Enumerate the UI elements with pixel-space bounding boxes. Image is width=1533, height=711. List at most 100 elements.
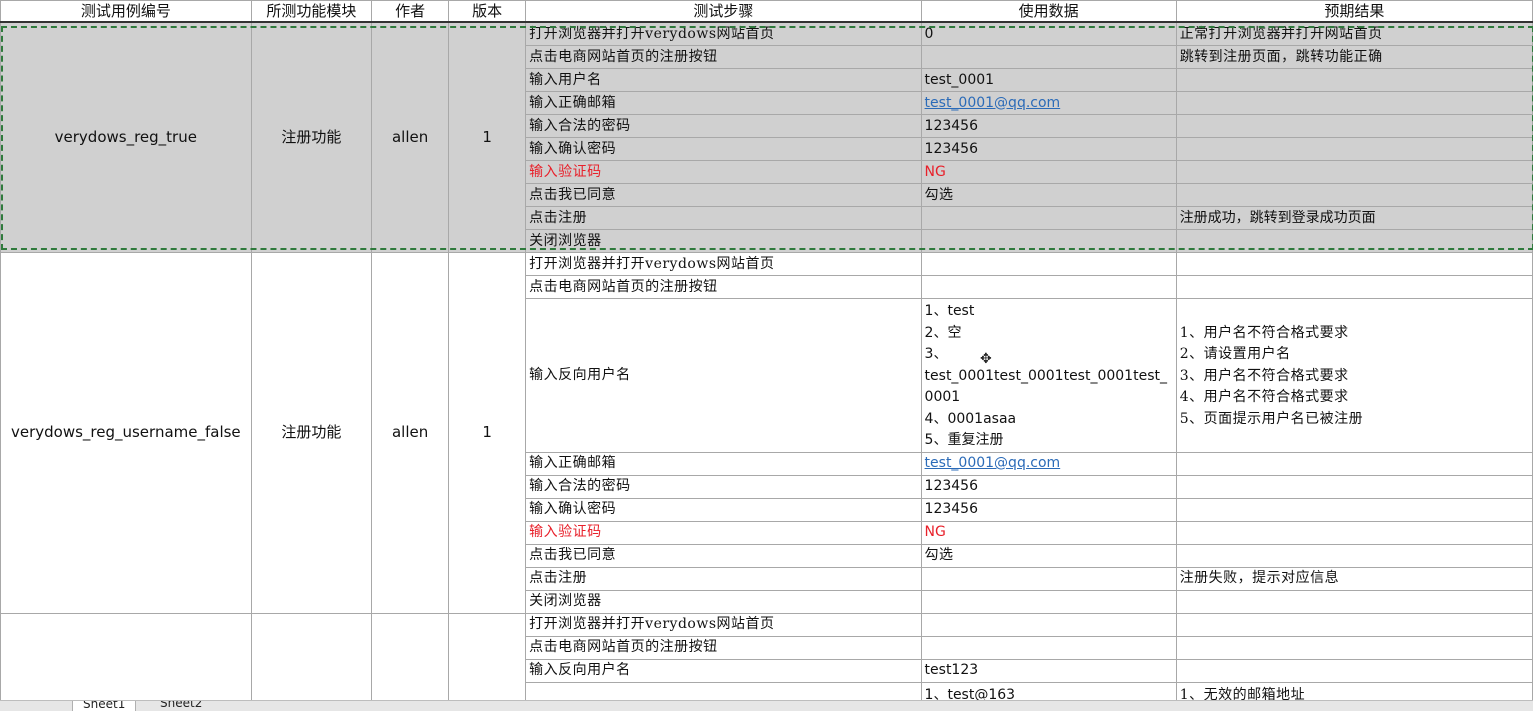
table-row: verydows_reg_username_false 注册功能 allen 1… <box>0 252 1533 614</box>
data-cell[interactable]: 123456 <box>920 114 1177 138</box>
expected-cell[interactable] <box>1175 451 1533 476</box>
step-cell[interactable]: 关闭浏览器 <box>525 229 922 253</box>
step-cell[interactable]: 输入确认密码 <box>525 137 922 161</box>
author-cell[interactable]: allen <box>371 252 450 614</box>
expected-cell[interactable] <box>1175 635 1533 660</box>
data-cell[interactable]: 勾选 <box>920 183 1177 207</box>
table-row: 打开浏览器并打开verydows网站首页 <box>0 612 1533 700</box>
step-cell[interactable]: 点击电商网站首页的注册按钮 <box>525 45 922 69</box>
expected-cell[interactable] <box>1175 612 1533 637</box>
step-cell[interactable]: 关闭浏览器 <box>525 589 922 614</box>
step-cell[interactable]: 输入用户名 <box>525 68 922 92</box>
step-cell[interactable]: 打开浏览器并打开verydows网站首页 <box>525 21 922 46</box>
step-cell[interactable]: 点击电商网站首页的注册按钮 <box>525 635 922 660</box>
data-cell[interactable]: 1、test 2、空 3、 test_0001test_0001test_000… <box>920 298 1177 453</box>
email-link[interactable]: test_0001@qq.com <box>925 95 1061 111</box>
data-cell[interactable]: NG <box>920 520 1177 545</box>
data-cell[interactable] <box>920 252 1177 276</box>
data-cell[interactable] <box>920 566 1177 591</box>
data-cell[interactable]: NG <box>920 160 1177 184</box>
module-cell[interactable]: 注册功能 <box>250 252 373 614</box>
data-cell[interactable]: 1、test@163 2、空 <box>920 681 1177 700</box>
expected-cell[interactable] <box>1175 543 1533 568</box>
data-cell[interactable]: 123456 <box>920 137 1177 161</box>
step-cell[interactable]: 输入合法的密码 <box>525 474 922 499</box>
step-cell[interactable]: 打开浏览器并打开verydows网站首页 <box>525 252 922 276</box>
step-cell[interactable]: 输入正确邮箱 <box>525 91 922 115</box>
case-id-cell[interactable] <box>0 612 252 700</box>
header-expected[interactable]: 预期结果 <box>1175 0 1533 23</box>
sheet-tab-bar: Sheet1 Sheet2 <box>0 700 1533 711</box>
sheet-tab-1[interactable]: Sheet1 <box>72 701 137 711</box>
spreadsheet-grid[interactable]: 测试用例编号 所测功能模块 作者 版本 测试步骤 使用数据 预期结果 veryd… <box>0 0 1533 700</box>
expected-cell[interactable] <box>1175 474 1533 499</box>
sheet-tab-2[interactable]: Sheet2 <box>150 701 212 711</box>
data-cell[interactable] <box>920 635 1177 660</box>
expected-cell[interactable] <box>1175 497 1533 522</box>
header-version[interactable]: 版本 <box>448 0 527 23</box>
data-cell[interactable]: test_0001@qq.com <box>920 451 1177 476</box>
version-cell[interactable] <box>448 612 527 700</box>
expected-cell[interactable]: 注册成功，跳转到登录成功页面 <box>1175 206 1533 230</box>
version-cell[interactable]: 1 <box>448 252 527 614</box>
expected-cell[interactable] <box>1175 91 1533 115</box>
expected-cell[interactable] <box>1175 114 1533 138</box>
data-cell[interactable]: 123456 <box>920 497 1177 522</box>
expected-cell[interactable] <box>1175 658 1533 683</box>
step-cell[interactable]: 输入反向用户名 <box>525 298 922 453</box>
case-id-cell[interactable]: verydows_reg_username_false <box>0 252 252 614</box>
data-cell[interactable]: test_0001@qq.com <box>920 91 1177 115</box>
data-cell[interactable] <box>920 229 1177 253</box>
step-cell[interactable]: 点击我已同意 <box>525 183 922 207</box>
data-cell[interactable]: test123 <box>920 658 1177 683</box>
expected-cell[interactable]: 正常打开浏览器并打开网站首页 <box>1175 21 1533 46</box>
data-cell[interactable] <box>920 275 1177 299</box>
data-cell[interactable]: 123456 <box>920 474 1177 499</box>
header-author[interactable]: 作者 <box>371 0 450 23</box>
step-cell[interactable]: 输入合法的密码 <box>525 114 922 138</box>
step-cell[interactable]: 输入验证码 <box>525 160 922 184</box>
expected-cell[interactable] <box>1175 275 1533 299</box>
email-link[interactable]: test_0001@qq.com <box>925 455 1061 471</box>
header-steps[interactable]: 测试步骤 <box>525 0 922 23</box>
case-id-cell[interactable]: verydows_reg_true <box>0 21 252 253</box>
data-cell[interactable]: test_0001 <box>920 68 1177 92</box>
author-cell[interactable]: allen <box>371 21 450 253</box>
data-cell[interactable] <box>920 612 1177 637</box>
header-case-id[interactable]: 测试用例编号 <box>0 0 252 23</box>
data-cell[interactable]: 勾选 <box>920 543 1177 568</box>
expected-cell[interactable]: 1、用户名不符合格式要求 2、请设置用户名 3、用户名不符合格式要求 4、用户名… <box>1175 298 1533 453</box>
expected-cell[interactable] <box>1175 252 1533 276</box>
step-cell[interactable]: 打开浏览器并打开verydows网站首页 <box>525 612 922 637</box>
expected-cell[interactable] <box>1175 520 1533 545</box>
expected-cell[interactable] <box>1175 160 1533 184</box>
step-cell[interactable]: 输入正确邮箱 <box>525 451 922 476</box>
step-cell[interactable]: 点击注册 <box>525 206 922 230</box>
step-cell[interactable]: 点击电商网站首页的注册按钮 <box>525 275 922 299</box>
expected-cell[interactable] <box>1175 137 1533 161</box>
step-cell[interactable]: 点击我已同意 <box>525 543 922 568</box>
expected-cell[interactable]: 1、无效的邮箱地址 2、请设置邮箱 <box>1175 681 1533 700</box>
data-cell[interactable] <box>920 206 1177 230</box>
module-cell[interactable] <box>250 612 373 700</box>
header-module[interactable]: 所测功能模块 <box>250 0 373 23</box>
step-cell[interactable]: 输入验证码 <box>525 520 922 545</box>
data-cell[interactable]: 0 <box>920 21 1177 46</box>
expected-cell[interactable] <box>1175 183 1533 207</box>
step-cell[interactable]: 输入确认密码 <box>525 497 922 522</box>
author-cell[interactable] <box>371 612 450 700</box>
module-cell[interactable]: 注册功能 <box>250 21 373 253</box>
step-cell[interactable]: 输入反向用户名 <box>525 658 922 683</box>
data-cell[interactable] <box>920 45 1177 69</box>
data-cell[interactable] <box>920 589 1177 614</box>
header-data[interactable]: 使用数据 <box>920 0 1177 23</box>
expected-cell[interactable] <box>1175 68 1533 92</box>
expected-cell[interactable]: 跳转到注册页面，跳转功能正确 <box>1175 45 1533 69</box>
step-cell[interactable]: 点击注册 <box>525 566 922 591</box>
version-cell[interactable]: 1 <box>448 21 527 253</box>
expected-cell[interactable] <box>1175 229 1533 253</box>
expected-cell[interactable]: 注册失败，提示对应信息 <box>1175 566 1533 591</box>
step-cell[interactable] <box>525 681 922 700</box>
cursor-icon: ✥ <box>980 351 992 367</box>
expected-cell[interactable] <box>1175 589 1533 614</box>
